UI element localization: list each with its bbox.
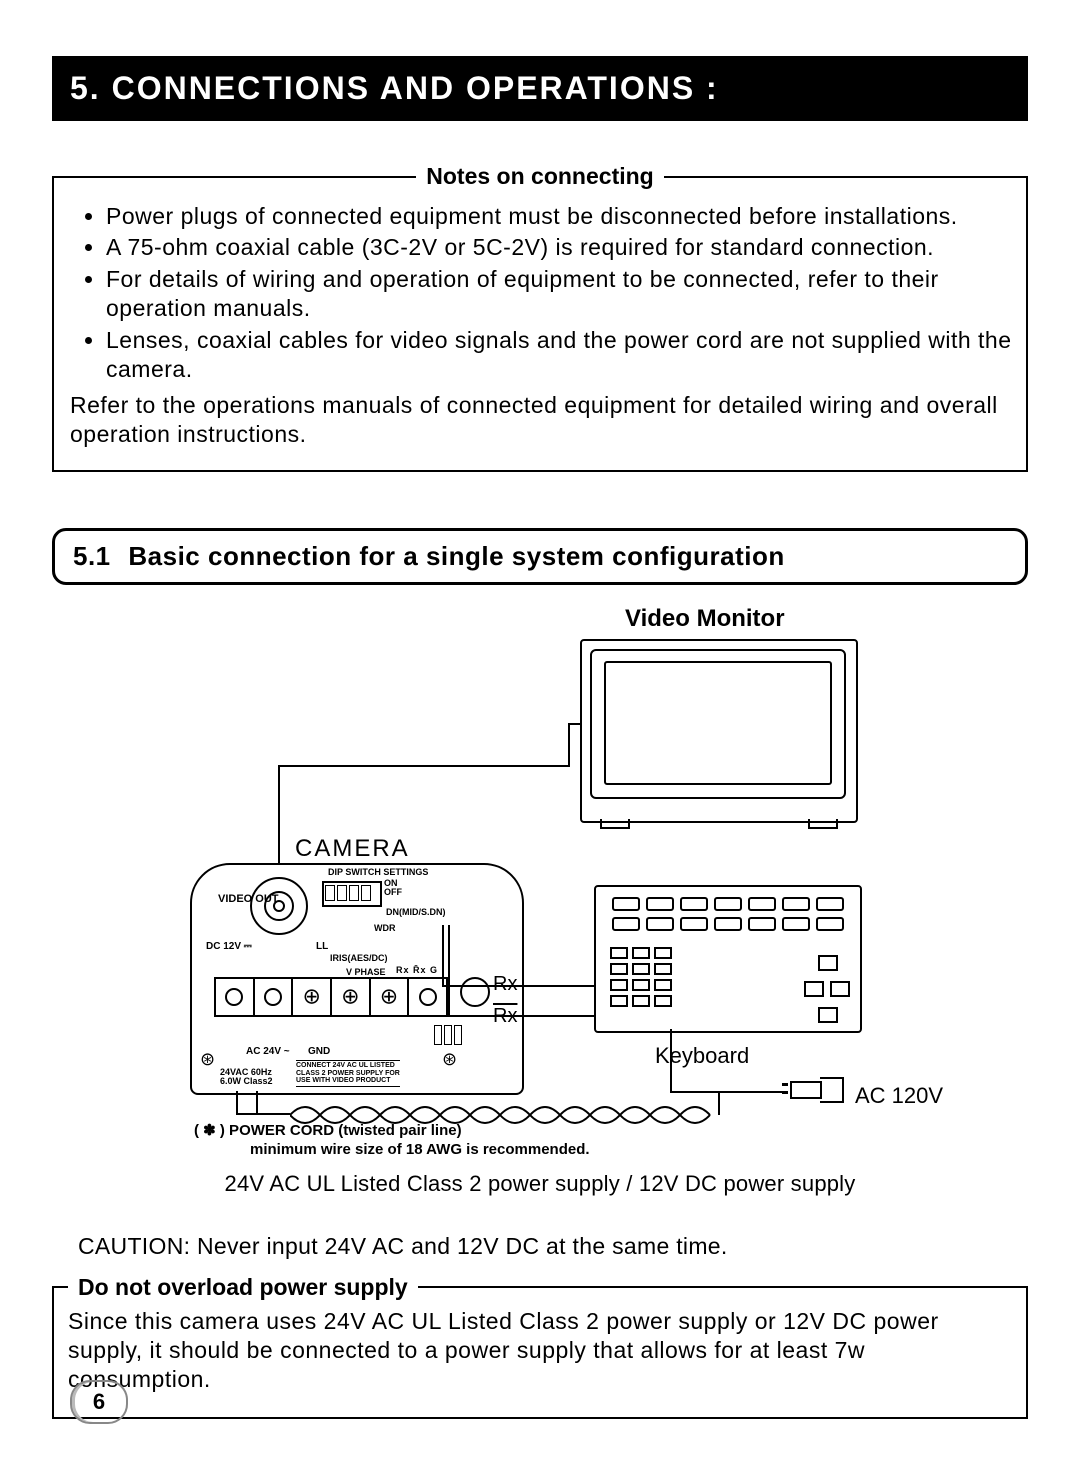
ac120v-label: AC 120V xyxy=(855,1083,943,1109)
screw-icon xyxy=(200,1051,216,1067)
bnc-connector-icon xyxy=(250,877,308,935)
camera-power-lead xyxy=(236,1091,238,1115)
notes-bullet: Lenses, coaxial cables for video signals… xyxy=(106,326,1014,385)
notes-bullet: A 75-ohm coaxial cable (3C-2V or 5C-2V) … xyxy=(106,233,1014,262)
notes-after-text: Refer to the operations manuals of conne… xyxy=(70,391,1014,450)
rx-rxbar-g-label: Rx R̄x G xyxy=(396,965,438,975)
camera-back-panel-icon: VIDEO OUT DIP SWITCH SETTINGS ON OFF DN(… xyxy=(190,863,524,1095)
vphase-label: V PHASE xyxy=(346,967,386,977)
dip-switch-label: DIP SWITCH SETTINGS xyxy=(328,867,428,877)
section-title: CONNECTIONS AND OPERATIONS : xyxy=(112,70,719,106)
overload-text: Since this camera uses 24V AC UL Listed … xyxy=(68,1307,1012,1395)
video-cable xyxy=(278,765,280,865)
power-cord-note: ( ✽ ) POWER CORD (twisted pair line) xyxy=(194,1121,462,1139)
overload-warning-box: Do not overload power supply Since this … xyxy=(52,1274,1028,1419)
comm-terminal-icon xyxy=(434,1025,462,1045)
gnd-label: GND xyxy=(308,1046,330,1057)
dc12v-label: DC 12V ⎓ xyxy=(206,941,252,952)
video-monitor-label: Video Monitor xyxy=(625,605,785,633)
power-cable xyxy=(670,1091,782,1093)
page-number: 6 xyxy=(70,1380,128,1424)
power-supply-line: 24V AC UL Listed Class 2 power supply / … xyxy=(52,1171,1028,1197)
terminal-block-icon xyxy=(214,977,448,1017)
rs485-cable xyxy=(448,1015,594,1017)
video-cable xyxy=(568,723,570,767)
section-header: 5. CONNECTIONS AND OPERATIONS : xyxy=(52,56,1028,121)
rs485-cable xyxy=(442,985,594,987)
overload-legend: Do not overload power supply xyxy=(68,1274,418,1301)
rs485-cable xyxy=(448,925,450,1015)
subsection-number: 5.1 xyxy=(73,541,111,571)
ac24v-label: AC 24V ~ xyxy=(246,1046,290,1057)
camera-power-lead xyxy=(236,1113,290,1115)
connection-diagram: Video Monitor CAMERA VIDEO OUT DIP SWITC… xyxy=(110,605,970,1165)
video-cable xyxy=(278,765,570,767)
notes-legend: Notes on connecting xyxy=(416,163,663,190)
notes-on-connecting-box: Notes on connecting Power plugs of conne… xyxy=(52,163,1028,472)
dip-switch-icon xyxy=(322,881,382,907)
notes-bullet: For details of wiring and operation of e… xyxy=(106,265,1014,324)
vphase-dial-icon xyxy=(460,977,490,1007)
video-cable xyxy=(568,723,580,725)
wdr-label: WDR xyxy=(374,923,396,933)
ll-label: LL xyxy=(316,941,328,952)
rating-label: 24VAC 60Hz 6.0W Class2 xyxy=(220,1068,273,1087)
dn-label: DN(MID/S.DN) xyxy=(386,907,446,917)
video-monitor-icon xyxy=(580,639,858,823)
on-off-label: ON OFF xyxy=(384,879,402,899)
camera-power-lead xyxy=(718,1091,720,1115)
camera-power-lead xyxy=(256,1091,258,1113)
iris-label: IRIS(AES/DC) xyxy=(330,953,388,963)
notes-bullet: Power plugs of connected equipment must … xyxy=(106,202,1014,231)
subsection-title: Basic connection for a single system con… xyxy=(128,541,784,571)
rs485-cable xyxy=(442,925,444,985)
caution-text: CAUTION: Never input 24V AC and 12V DC a… xyxy=(78,1233,1028,1260)
power-cable xyxy=(670,1029,672,1093)
awg-note: minimum wire size of 18 AWG is recommend… xyxy=(250,1141,590,1158)
ac-plug-icon xyxy=(790,1077,850,1099)
keyboard-unit-icon xyxy=(594,885,862,1033)
camera-label: CAMERA xyxy=(295,835,410,863)
section-number: 5. xyxy=(70,70,101,106)
screw-icon xyxy=(442,1051,458,1067)
subsection-header: 5.1 Basic connection for a single system… xyxy=(52,528,1028,585)
rating-box-label: CONNECT 24V AC UL LISTED CLASS 2 POWER S… xyxy=(296,1060,400,1086)
